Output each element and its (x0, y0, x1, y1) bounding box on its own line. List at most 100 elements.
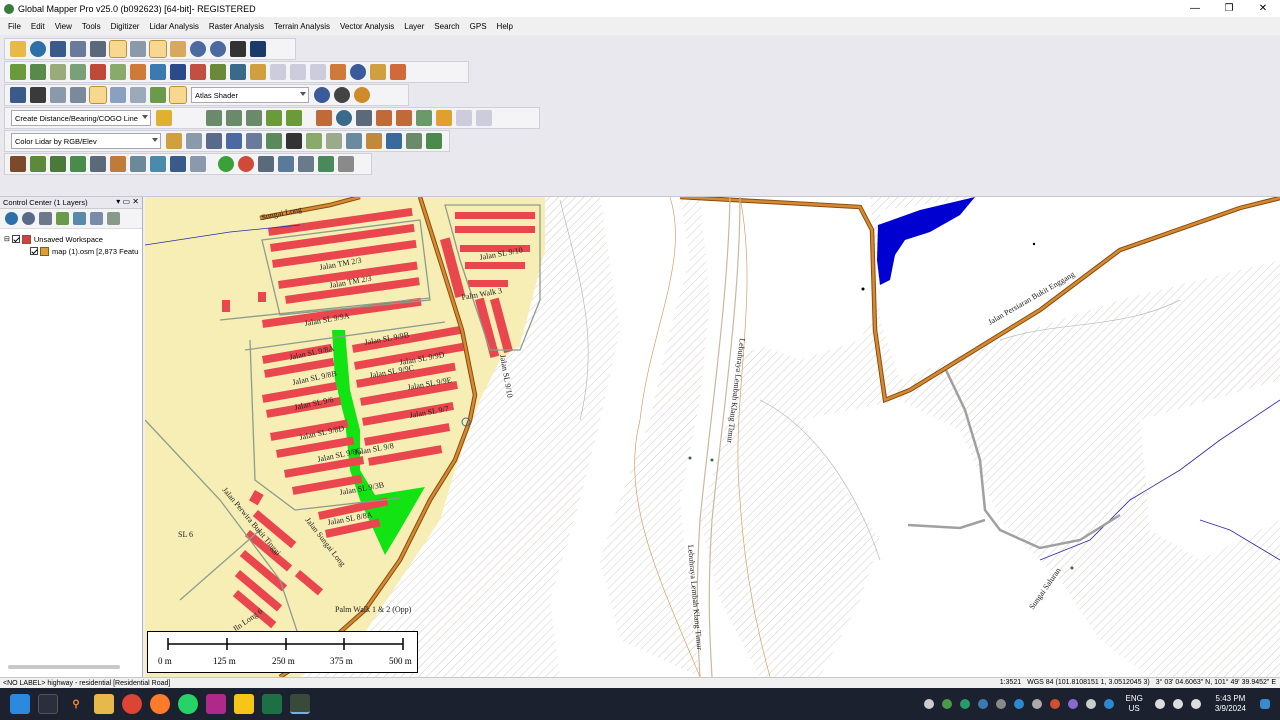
menu-raster-analysis[interactable]: Raster Analysis (209, 22, 264, 31)
terrain-icon[interactable] (10, 64, 26, 80)
tower-icon[interactable] (150, 156, 166, 172)
drone-icon[interactable] (258, 156, 274, 172)
menu-digitizer[interactable]: Digitizer (111, 22, 140, 31)
forest-icon[interactable] (70, 156, 86, 172)
delete-feature-icon[interactable] (290, 64, 306, 80)
collapse-icon[interactable]: ⊟ (4, 235, 10, 243)
map-canvas[interactable]: Sungai Long Jalan TM 2/3 Jalan TM 2/3 Ja… (145, 197, 1280, 677)
bluetooth-icon[interactable] (1013, 699, 1024, 709)
tray-app-icon[interactable] (1085, 699, 1096, 709)
record-icon[interactable] (298, 156, 314, 172)
global-mapper-task-icon[interactable] (290, 694, 310, 714)
line-tool-4-icon[interactable] (266, 110, 282, 126)
digitizer-select[interactable]: Create Distance/Bearing/COGO Line (11, 110, 151, 126)
grid-icon[interactable] (356, 110, 372, 126)
chevron-up-icon[interactable] (923, 699, 934, 709)
zoom-in-icon[interactable] (190, 41, 206, 57)
noise-icon[interactable] (346, 133, 362, 149)
building-icon[interactable] (90, 156, 106, 172)
shader-mountain-icon[interactable] (169, 86, 187, 104)
gps-device-icon[interactable] (390, 64, 406, 80)
line-tool-icon[interactable] (206, 110, 222, 126)
menu-terrain-analysis[interactable]: Terrain Analysis (274, 22, 330, 31)
cut-fill-icon[interactable] (90, 64, 106, 80)
print-icon[interactable] (70, 41, 86, 57)
back-arrow-icon[interactable] (230, 41, 246, 57)
contour-icon[interactable] (30, 64, 46, 80)
info-icon[interactable] (350, 64, 366, 80)
join-icon[interactable] (396, 110, 412, 126)
clock[interactable]: 5:43 PM 3/9/2024 (1215, 694, 1246, 714)
zoom-out-icon[interactable] (210, 41, 226, 57)
cloud-icon[interactable] (436, 110, 452, 126)
key-icon[interactable] (170, 156, 186, 172)
cube-icon[interactable] (70, 87, 86, 103)
layers-stack-icon[interactable] (366, 133, 382, 149)
language-indicator[interactable]: ENG US (1126, 694, 1143, 714)
home-icon[interactable] (250, 41, 266, 57)
pole-icon[interactable] (130, 156, 146, 172)
cc-add-layer-icon[interactable] (56, 212, 69, 225)
volume-icon[interactable] (1172, 699, 1183, 709)
play-icon[interactable] (218, 156, 234, 172)
hillshade-icon[interactable] (89, 86, 107, 104)
cc-layer-icon[interactable] (73, 212, 86, 225)
filter-icon[interactable] (166, 133, 182, 149)
file-explorer-icon[interactable] (94, 694, 114, 714)
tree-icon[interactable] (30, 156, 46, 172)
volume-icon[interactable] (110, 64, 126, 80)
lidar-edit-icon[interactable] (266, 133, 282, 149)
search-icon[interactable]: ⚲ (66, 694, 86, 714)
tray-app-icon[interactable] (977, 699, 988, 709)
whatsapp-icon[interactable] (178, 694, 198, 714)
stop-icon[interactable] (238, 156, 254, 172)
points-icon[interactable] (206, 133, 222, 149)
task-view-icon[interactable] (38, 694, 58, 714)
menu-layer[interactable]: Layer (404, 22, 424, 31)
overview-icon[interactable] (130, 41, 146, 57)
close-button[interactable]: ✕ (1246, 0, 1280, 17)
menu-vector-analysis[interactable]: Vector Analysis (340, 22, 394, 31)
sun-icon[interactable] (354, 87, 370, 103)
cc-options-icon[interactable] (90, 212, 103, 225)
tray-app-icon[interactable] (995, 699, 1006, 709)
tree-node-workspace[interactable]: ⊟ Unsaved Workspace (0, 233, 142, 245)
globe-icon[interactable] (30, 41, 46, 57)
tray-app-icon[interactable] (1031, 699, 1042, 709)
minimize-button[interactable]: — (1178, 0, 1212, 17)
cc-globe-icon[interactable] (5, 212, 18, 225)
maximize-button[interactable]: ❐ (1212, 0, 1246, 17)
vertical-exag-icon[interactable] (150, 87, 166, 103)
tray-app-icon[interactable] (941, 699, 952, 709)
cc-list-icon[interactable] (39, 212, 52, 225)
cc-eye-icon[interactable] (22, 212, 35, 225)
pencil-icon[interactable] (250, 64, 266, 80)
wrench-icon[interactable] (90, 41, 106, 57)
profile-icon[interactable] (70, 64, 86, 80)
light-icon[interactable] (30, 87, 46, 103)
slope-icon[interactable] (50, 64, 66, 80)
add-point-icon[interactable] (318, 156, 334, 172)
line-tool-5-icon[interactable] (286, 110, 302, 126)
notification-icon[interactable] (1260, 699, 1270, 709)
globe-grid-icon[interactable] (314, 87, 330, 103)
lidar-grid-icon[interactable] (246, 133, 262, 149)
move-feature-icon[interactable] (310, 64, 326, 80)
find-icon[interactable] (370, 64, 386, 80)
extract-icon[interactable] (306, 133, 322, 149)
layers-icon[interactable] (109, 40, 127, 58)
workspace-checkbox[interactable] (11, 235, 20, 243)
tray-app-icon[interactable] (1067, 699, 1078, 709)
line-tool-2-icon[interactable] (226, 110, 242, 126)
canva-icon[interactable] (206, 694, 226, 714)
view-3d-icon[interactable] (50, 87, 66, 103)
gear-icon[interactable] (334, 87, 350, 103)
excel-icon[interactable] (262, 694, 282, 714)
combine-icon[interactable] (130, 64, 146, 80)
battery-icon[interactable] (1190, 699, 1201, 709)
select-tool-icon[interactable] (149, 40, 167, 58)
measure-icon[interactable] (330, 64, 346, 80)
snap-icon[interactable] (476, 110, 492, 126)
lidar-color-select[interactable]: Color Lidar by RGB/Elev (11, 133, 161, 149)
menu-view[interactable]: View (55, 22, 72, 31)
